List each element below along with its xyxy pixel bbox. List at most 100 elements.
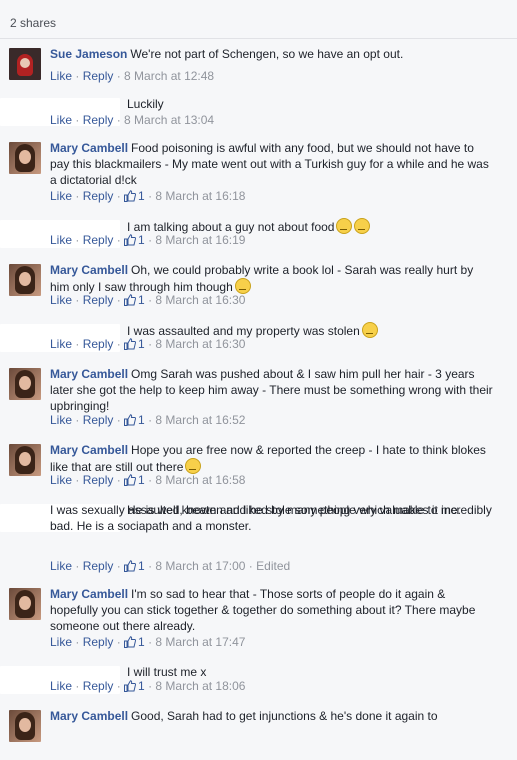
comment-timestamp[interactable]: 8 March at 12:48 (124, 69, 214, 83)
comment-author[interactable]: Mary Cambell (50, 141, 128, 155)
comment-author[interactable]: Mary Cambell (50, 709, 128, 723)
shares-bar: 2 shares (0, 0, 517, 39)
comment-text: Sue Jameson We're not part of Schengen, s… (50, 46, 493, 62)
comment: Mary Cambell Good, Sarah had to get injun… (0, 700, 517, 760)
comment-timestamp[interactable]: 8 March at 16:52 (155, 413, 245, 427)
reply-link[interactable]: Reply (83, 233, 114, 247)
like-link[interactable]: Like (50, 635, 72, 649)
comment-actions: Like · Reply · 1 · 8 March at 17:47 (50, 635, 246, 649)
like-link[interactable]: Like (50, 337, 72, 351)
avatar[interactable] (9, 444, 41, 476)
comment-timestamp[interactable]: 8 March at 17:00 (155, 559, 245, 573)
thumbs-up-icon (124, 190, 137, 202)
comment-text: Mary Cambell I'm so sad to hear that - Th… (50, 586, 493, 634)
comment-text: Mary Cambell Omg Sarah was pushed about &… (50, 366, 493, 414)
reply-link[interactable]: Reply (83, 69, 114, 83)
comment: Mary Cambell I'm so sad to hear that - Th… (0, 578, 517, 649)
edited-label[interactable]: Edited (256, 559, 290, 573)
avatar[interactable] (9, 710, 41, 742)
comment-text: Mary Cambell Hope you are free now & repo… (50, 442, 493, 475)
reply-link[interactable]: Reply (83, 113, 114, 127)
like-count[interactable]: 1 (138, 679, 145, 693)
thumbs-up-icon (124, 636, 137, 648)
comment-actions: Like · Reply · 1 · 8 March at 16:19 (50, 233, 246, 247)
reply-link[interactable]: Reply (83, 189, 114, 203)
comment-timestamp[interactable]: 8 March at 17:47 (155, 635, 245, 649)
comment-body: We're not part of Schengen, so we have a… (130, 47, 404, 61)
comment-author[interactable]: Sue Jameson (50, 47, 127, 61)
comment-actions: Like · Reply · 1 · 8 March at 18:06 (50, 679, 246, 693)
comment-actions: Like · Reply · 8 March at 13:04 (50, 113, 215, 127)
thumbs-up-icon (124, 680, 137, 692)
shares-count[interactable]: 2 shares (10, 16, 56, 30)
comment-author[interactable]: Mary Cambell (50, 587, 128, 601)
avatar[interactable] (9, 48, 41, 80)
laughing-face-emoji (354, 218, 371, 234)
thumbs-up-icon (124, 474, 137, 486)
comment-actions: Like · Reply · 1 · 8 March at 16:58 (50, 473, 246, 487)
comment-author[interactable]: Mary Cambell (50, 443, 128, 457)
like-link[interactable]: Like (50, 413, 72, 427)
comment-author[interactable]: Mary Cambell (50, 367, 128, 381)
avatar[interactable] (9, 368, 41, 400)
thumbs-up-icon (124, 560, 137, 572)
comment: Mary Cambell Hope you are free now & repo… (0, 434, 517, 494)
avatar[interactable] (9, 142, 41, 174)
frown-emoji (185, 458, 202, 474)
comment-timestamp[interactable]: 8 March at 16:19 (155, 233, 245, 247)
reply-link[interactable]: Reply (83, 337, 114, 351)
comment-body: Good, Sarah had to get injunctions & he'… (131, 709, 438, 723)
comment-text: Mary Cambell Good, Sarah had to get injun… (50, 708, 493, 724)
comment-text: Mary Cambell Oh, we could probably write … (50, 262, 493, 295)
comment: Mary Cambell Omg Sarah was pushed about &… (0, 358, 517, 427)
comment-timestamp[interactable]: 8 March at 16:30 (155, 293, 245, 307)
comment-timestamp[interactable]: 8 March at 16:18 (155, 189, 245, 203)
like-link[interactable]: Like (50, 113, 72, 127)
like-link[interactable]: Like (50, 189, 72, 203)
comment-timestamp[interactable]: 8 March at 16:58 (155, 473, 245, 487)
like-count[interactable]: 1 (138, 559, 145, 573)
grimace-emoji (234, 278, 251, 294)
reply-link[interactable]: Reply (83, 293, 114, 307)
reply-link[interactable]: Reply (83, 413, 114, 427)
comment: Mary Cambell Oh, we could probably write … (0, 254, 517, 314)
comment-timestamp[interactable]: 8 March at 18:06 (155, 679, 245, 693)
thumbs-up-icon (124, 338, 137, 350)
comment-author[interactable]: Mary Cambell (50, 263, 128, 277)
reply-link[interactable]: Reply (83, 679, 114, 693)
comment-actions: Like · Reply · 1 · 8 March at 16:30 (50, 337, 246, 351)
comment-text-continued: I was sexually assaulted, beaten and he … (50, 503, 461, 517)
thumbs-up-icon (124, 234, 137, 246)
avatar[interactable] (9, 588, 41, 620)
thumbs-up-icon (124, 414, 137, 426)
like-link[interactable]: Like (50, 473, 72, 487)
comment-timestamp[interactable]: 8 March at 16:30 (155, 337, 245, 351)
like-link[interactable]: Like (50, 559, 72, 573)
reply-link[interactable]: Reply (83, 635, 114, 649)
like-count[interactable]: 1 (138, 413, 145, 427)
comment-actions: Like · Reply · 1 · 8 March at 17:00 · Ed… (50, 559, 291, 573)
comment: He is well known and liked by many peopl… (0, 494, 517, 573)
comment-timestamp[interactable]: 8 March at 13:04 (124, 113, 214, 127)
comment-actions: Like · Reply · 1 · 8 March at 16:18 (50, 189, 246, 203)
like-link[interactable]: Like (50, 69, 72, 83)
like-count[interactable]: 1 (138, 189, 145, 203)
like-link[interactable]: Like (50, 233, 72, 247)
like-count[interactable]: 1 (138, 473, 145, 487)
like-link[interactable]: Like (50, 293, 72, 307)
comment: Mary Cambell Food poisoning is awful with… (0, 132, 517, 203)
comment-body: I am talking about a guy not about food (127, 220, 335, 234)
comment-body: I will trust me x (127, 665, 207, 679)
like-count[interactable]: 1 (138, 293, 145, 307)
avatar[interactable] (9, 264, 41, 296)
comment-text: Luckily (50, 96, 493, 112)
like-link[interactable]: Like (50, 679, 72, 693)
like-count[interactable]: 1 (138, 233, 145, 247)
reply-link[interactable]: Reply (83, 473, 114, 487)
comment-actions: Like · Reply · 8 March at 12:48 (50, 69, 215, 83)
thumbs-up-icon (124, 294, 137, 306)
comment-text: Mary Cambell Food poisoning is awful with… (50, 140, 493, 188)
like-count[interactable]: 1 (138, 635, 145, 649)
reply-link[interactable]: Reply (83, 559, 114, 573)
like-count[interactable]: 1 (138, 337, 145, 351)
